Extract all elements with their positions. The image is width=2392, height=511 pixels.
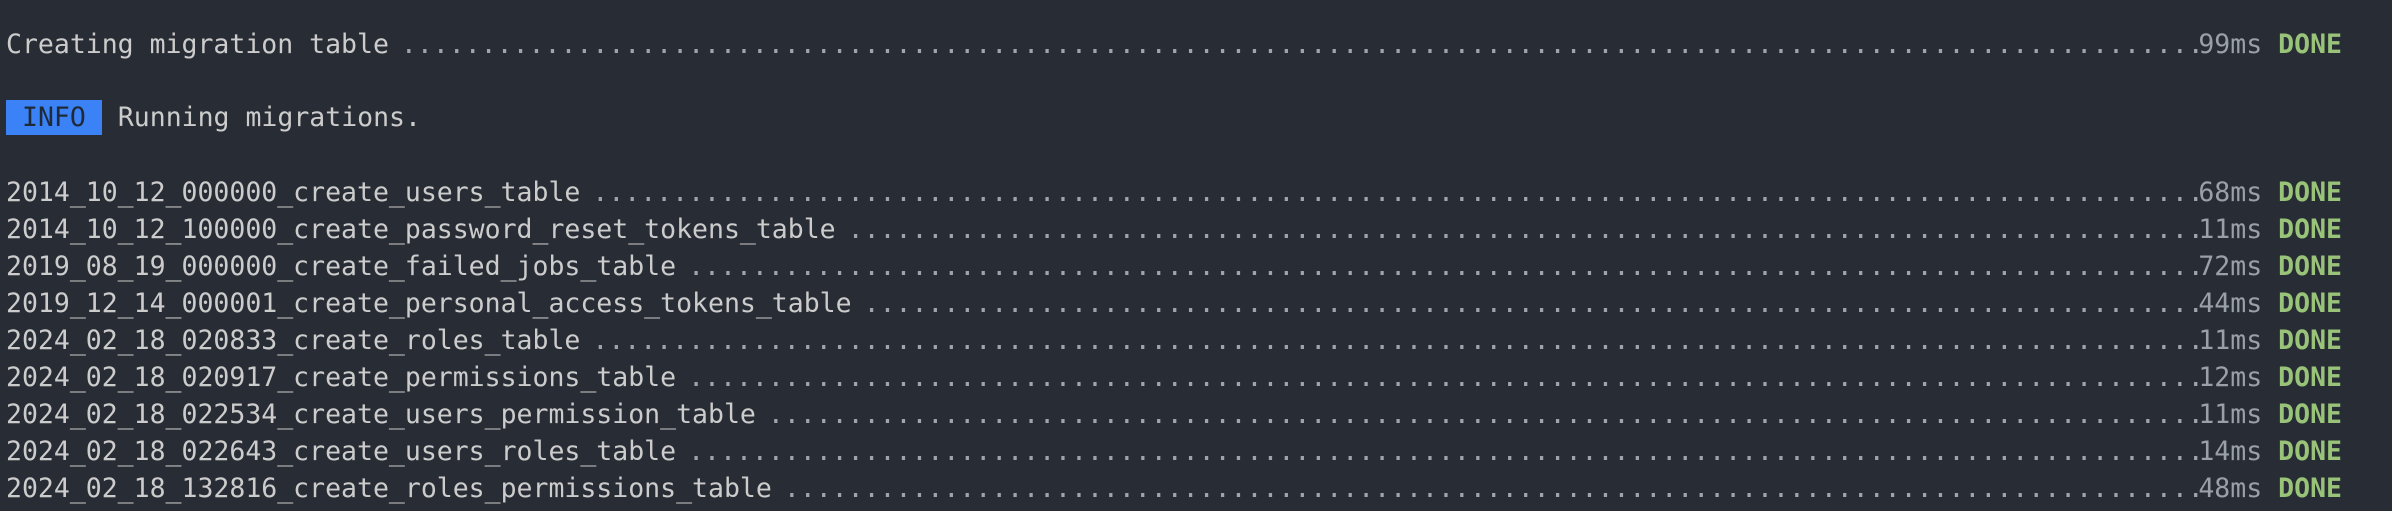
status-done: DONE: [2278, 325, 2342, 356]
migration-name: 2024_02_18_020833_create_roles_table: [6, 325, 581, 356]
migration-row: 2014_10_12_000000_create_users_table ...…: [6, 174, 2342, 211]
migration-time: 48ms: [2198, 473, 2263, 504]
task-time: 99ms: [2198, 29, 2263, 60]
status-done: DONE: [2278, 362, 2342, 393]
dot-leader: ........................................…: [847, 214, 2199, 245]
migration-table-line: Creating migration table ...............…: [6, 26, 2342, 63]
migration-name: 2024_02_18_020917_create_permissions_tab…: [6, 362, 677, 393]
status-done: DONE: [2278, 473, 2342, 504]
status-done: DONE: [2278, 177, 2342, 208]
migration-row: 2024_02_18_020833_create_roles_table ...…: [6, 322, 2342, 359]
migration-row: 2024_02_18_022534_create_users_permissio…: [6, 396, 2342, 433]
migration-row: 2019_08_19_000000_create_failed_jobs_tab…: [6, 248, 2342, 285]
migration-row: 2024_02_18_022643_create_users_roles_tab…: [6, 433, 2342, 470]
migration-name: 2019_08_19_000000_create_failed_jobs_tab…: [6, 251, 677, 282]
dot-leader: ........................................…: [400, 29, 2198, 60]
info-badge: INFO: [6, 100, 102, 135]
migration-time: 14ms: [2198, 436, 2263, 467]
task-name: Creating migration table: [6, 29, 389, 60]
status-done: DONE: [2278, 399, 2342, 430]
migration-name: 2024_02_18_022534_create_users_permissio…: [6, 399, 756, 430]
status-done: DONE: [2278, 214, 2342, 245]
migration-time: 68ms: [2198, 177, 2263, 208]
migration-row: 2019_12_14_000001_create_personal_access…: [6, 285, 2342, 322]
migration-time: 72ms: [2198, 251, 2263, 282]
migration-time: 11ms: [2198, 325, 2263, 356]
migration-name: 2014_10_12_100000_create_password_reset_…: [6, 214, 836, 245]
migration-row: 2024_02_18_020917_create_permissions_tab…: [6, 359, 2342, 396]
migration-time: 11ms: [2198, 214, 2263, 245]
status-done: DONE: [2278, 251, 2342, 282]
info-line: INFO Running migrations.: [6, 99, 421, 136]
dot-leader: ........................................…: [688, 436, 2199, 467]
status-done: DONE: [2278, 29, 2342, 60]
migration-name: 2019_12_14_000001_create_personal_access…: [6, 288, 852, 319]
dot-leader: ........................................…: [783, 473, 2199, 504]
migration-row: 2014_10_12_100000_create_password_reset_…: [6, 211, 2342, 248]
dot-leader: ........................................…: [688, 251, 2199, 282]
status-done: DONE: [2278, 436, 2342, 467]
dot-leader: ........................................…: [863, 288, 2199, 319]
migration-name: 2014_10_12_000000_create_users_table: [6, 177, 581, 208]
migration-time: 12ms: [2198, 362, 2263, 393]
migration-time: 11ms: [2198, 399, 2263, 430]
migration-row: 2024_02_18_132816_create_roles_permissio…: [6, 470, 2342, 507]
dot-leader: ........................................…: [767, 399, 2198, 430]
dot-leader: ........................................…: [688, 362, 2199, 393]
migration-time: 44ms: [2198, 288, 2263, 319]
terminal-output: Creating migration table ...............…: [0, 0, 2392, 511]
status-done: DONE: [2278, 288, 2342, 319]
dot-leader: ........................................…: [592, 177, 2198, 208]
info-message: Running migrations.: [117, 102, 421, 133]
migration-name: 2024_02_18_022643_create_users_roles_tab…: [6, 436, 677, 467]
dot-leader: ........................................…: [592, 325, 2198, 356]
migration-name: 2024_02_18_132816_create_roles_permissio…: [6, 473, 772, 504]
